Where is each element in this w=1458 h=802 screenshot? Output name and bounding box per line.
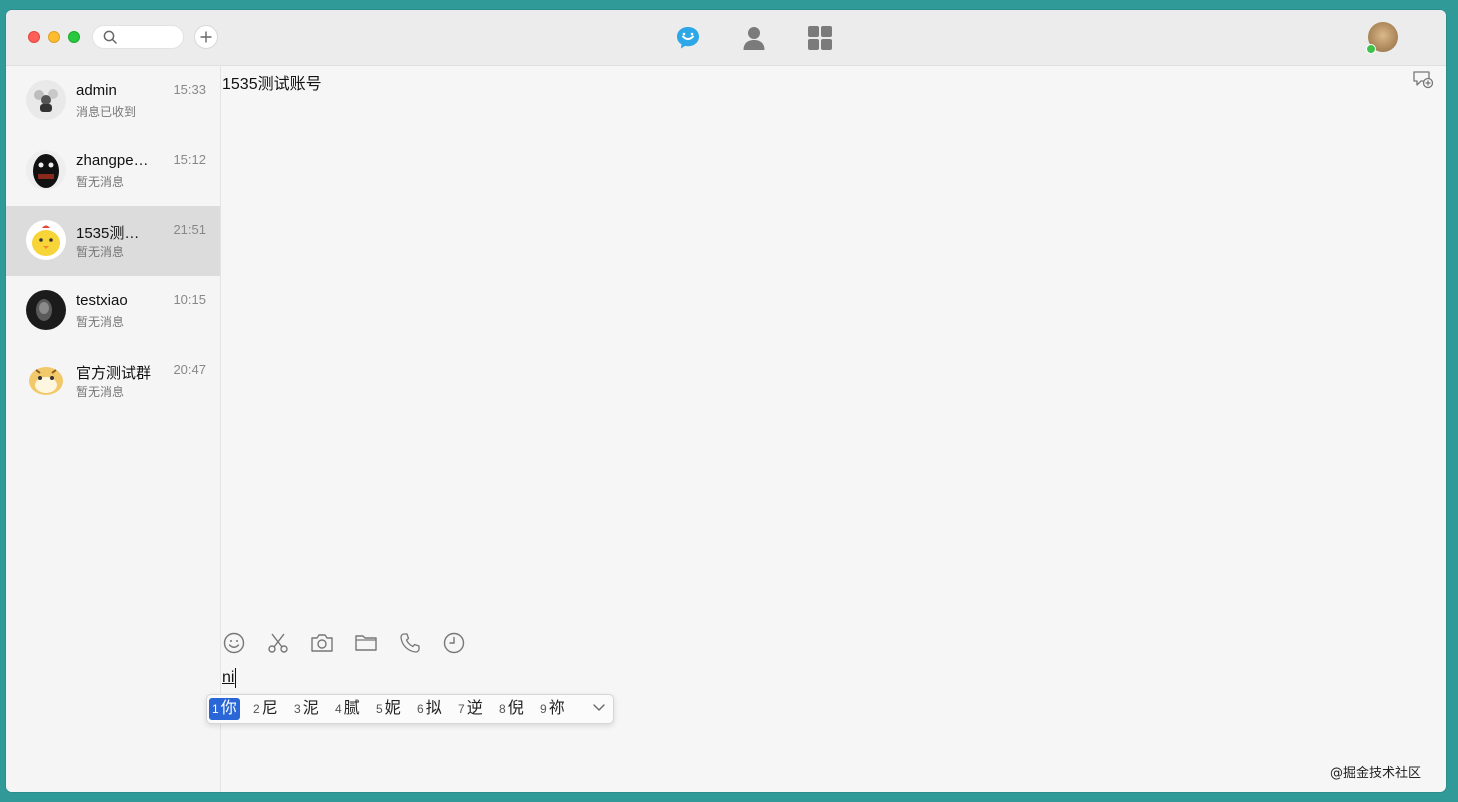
avatar [26, 150, 66, 190]
chat-icon[interactable] [674, 24, 702, 52]
ime-candidate-6[interactable]: 6拟 [414, 698, 445, 720]
conversation-name: admin [76, 82, 117, 99]
conversation-item-1535[interactable]: 1535测… 21:51 暂无消息 [6, 206, 220, 276]
clock-icon[interactable] [442, 631, 466, 655]
contacts-icon[interactable] [740, 24, 768, 52]
phone-icon[interactable] [398, 631, 422, 655]
ime-candidate-2[interactable]: 2尼 [250, 698, 281, 720]
ime-candidate-3[interactable]: 3泥 [291, 698, 322, 720]
avatar [26, 360, 66, 400]
conversation-name: zhangpe… [76, 152, 149, 169]
message-input-area[interactable] [221, 664, 1446, 792]
conversation-name: testxiao [76, 292, 128, 309]
emoji-icon[interactable] [222, 631, 246, 655]
conversation-item-zhangpe[interactable]: zhangpe… 15:12 暂无消息 [6, 136, 220, 206]
conversation-time: 20:47 [173, 362, 206, 377]
conversation-preview: 消息已收到 [76, 105, 137, 119]
add-member-icon[interactable] [1412, 70, 1434, 90]
add-button[interactable] [194, 25, 218, 49]
online-status-dot [1366, 44, 1376, 54]
plus-icon [200, 31, 212, 43]
conversation-list: admin 15:33 消息已收到 zhangpe… 15:12 暂无消息 15… [6, 66, 221, 792]
conversation-name: 官方测试群 [76, 365, 152, 382]
close-window-button[interactable] [28, 31, 40, 43]
conversation-preview: 暂无消息 [76, 175, 125, 189]
avatar [26, 80, 66, 120]
message-input-text[interactable]: ni [222, 668, 237, 688]
zoom-window-button[interactable] [68, 31, 80, 43]
conversation-item-official-group[interactable]: 官方测试群 20:47 暂无消息 [6, 346, 220, 416]
conversation-preview: 暂无消息 [76, 385, 125, 399]
ime-candidate-9[interactable]: 9祢 [537, 698, 568, 720]
search-icon [103, 30, 117, 44]
ime-candidate-1[interactable]: 1你 [209, 698, 240, 720]
minimize-window-button[interactable] [48, 31, 60, 43]
search-box[interactable] [92, 25, 184, 49]
avatar [26, 290, 66, 330]
conversation-time: 15:12 [173, 152, 206, 167]
conversation-time: 15:33 [173, 82, 206, 97]
conversation-name: 1535测… [76, 225, 140, 242]
conversation-preview: 暂无消息 [76, 315, 125, 329]
apps-icon[interactable] [806, 24, 834, 52]
avatar [26, 220, 66, 260]
ime-candidate-5[interactable]: 5妮 [373, 698, 404, 720]
chevron-down-icon[interactable] [592, 703, 606, 713]
folder-icon[interactable] [354, 631, 378, 655]
ime-candidate-bar: 1你 2尼 3泥 4腻 5妮 6拟 7逆 8倪 9祢 [206, 694, 614, 724]
conversation-item-testxiao[interactable]: testxiao 10:15 暂无消息 [6, 276, 220, 346]
ime-candidate-8[interactable]: 8倪 [496, 698, 527, 720]
ime-candidate-4[interactable]: 4腻 [332, 698, 363, 720]
watermark: @掘金技术社区 [1330, 766, 1422, 781]
app-window: admin 15:33 消息已收到 zhangpe… 15:12 暂无消息 15… [6, 10, 1446, 792]
ime-candidate-7[interactable]: 7逆 [455, 698, 486, 720]
scissors-icon[interactable] [266, 631, 290, 655]
conversation-time: 10:15 [173, 292, 206, 307]
chat-title: 1535测试账号 [222, 76, 322, 93]
conversation-preview: 暂无消息 [76, 245, 125, 259]
conversation-time: 21:51 [173, 222, 206, 237]
title-bar [6, 10, 1446, 66]
conversation-item-admin[interactable]: admin 15:33 消息已收到 [6, 66, 220, 136]
camera-icon[interactable] [310, 631, 334, 655]
